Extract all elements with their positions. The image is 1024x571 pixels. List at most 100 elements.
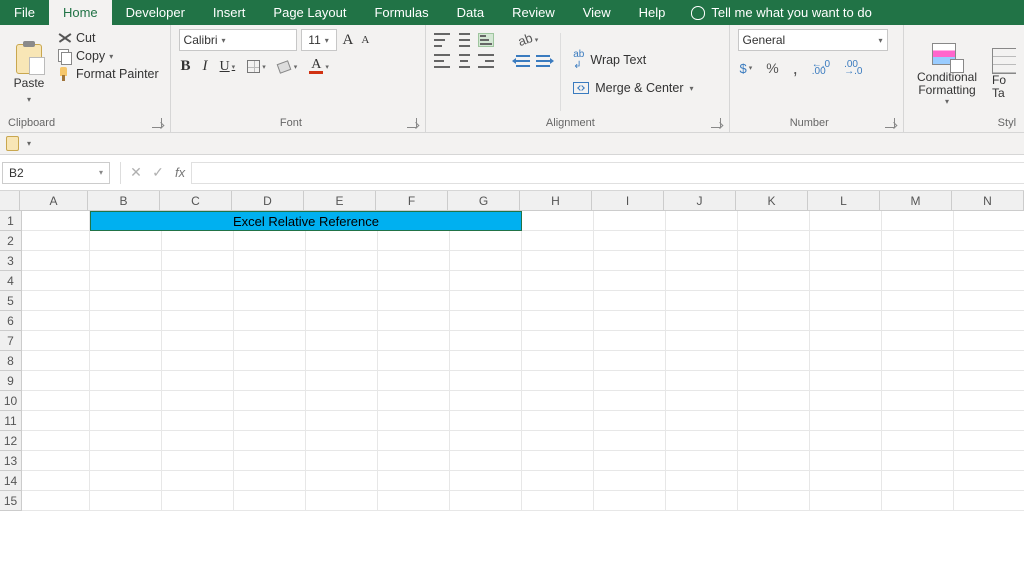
cell[interactable] (594, 331, 666, 351)
cell[interactable] (522, 271, 594, 291)
cell[interactable] (666, 371, 738, 391)
cell[interactable] (594, 211, 666, 231)
cell[interactable] (522, 331, 594, 351)
cell[interactable] (450, 371, 522, 391)
cell[interactable] (378, 231, 450, 251)
cell[interactable] (22, 351, 90, 371)
cell[interactable] (90, 331, 162, 351)
paste-button[interactable]: Paste (8, 29, 50, 115)
cell[interactable] (90, 291, 162, 311)
tab-insert[interactable]: Insert (199, 0, 260, 25)
cell[interactable] (450, 471, 522, 491)
cell[interactable] (162, 411, 234, 431)
cell[interactable] (378, 331, 450, 351)
row-header-10[interactable]: 10 (0, 391, 22, 411)
cell[interactable] (594, 451, 666, 471)
cell[interactable] (522, 211, 594, 231)
align-bottom-button[interactable] (478, 33, 494, 47)
cell[interactable] (882, 391, 954, 411)
conditional-formatting-button[interactable]: Conditional Formatting ▾ (912, 29, 982, 115)
cell[interactable] (234, 431, 306, 451)
column-header-G[interactable]: G (448, 191, 520, 211)
tab-view[interactable]: View (569, 0, 625, 25)
font-name-select[interactable]: Calibri ▾ (179, 29, 297, 51)
formula-input[interactable] (191, 162, 1024, 184)
row-header-7[interactable]: 7 (0, 331, 22, 351)
cell[interactable] (450, 271, 522, 291)
align-middle-button[interactable] (456, 33, 472, 47)
cell[interactable] (666, 311, 738, 331)
cell[interactable] (810, 451, 882, 471)
cell[interactable] (90, 391, 162, 411)
cell[interactable] (738, 451, 810, 471)
cell[interactable] (378, 471, 450, 491)
cell[interactable] (594, 251, 666, 271)
comma-style-button[interactable]: , (791, 62, 800, 74)
column-header-H[interactable]: H (520, 191, 592, 211)
row-header-13[interactable]: 13 (0, 451, 22, 471)
column-header-B[interactable]: B (88, 191, 160, 211)
tab-review[interactable]: Review (498, 0, 569, 25)
cell[interactable] (954, 491, 1024, 511)
select-all-corner[interactable] (0, 191, 20, 211)
cell[interactable] (162, 291, 234, 311)
cell[interactable] (882, 271, 954, 291)
cell[interactable] (954, 311, 1024, 331)
row-header-5[interactable]: 5 (0, 291, 22, 311)
cell[interactable] (22, 291, 90, 311)
align-left-button[interactable] (434, 54, 450, 68)
cell[interactable] (378, 451, 450, 471)
cell[interactable] (306, 491, 378, 511)
row-header-9[interactable]: 9 (0, 371, 22, 391)
cell[interactable] (522, 411, 594, 431)
cell[interactable] (450, 331, 522, 351)
cell[interactable] (22, 391, 90, 411)
cell[interactable] (450, 291, 522, 311)
cell[interactable] (234, 271, 306, 291)
cell[interactable] (90, 371, 162, 391)
cell[interactable] (234, 451, 306, 471)
cell[interactable] (882, 471, 954, 491)
cell[interactable] (234, 311, 306, 331)
cell[interactable] (378, 271, 450, 291)
qat-dropdown-icon[interactable]: ▾ (27, 139, 31, 148)
cell[interactable] (378, 291, 450, 311)
cell[interactable] (162, 271, 234, 291)
cell[interactable] (810, 471, 882, 491)
format-painter-button[interactable]: Format Painter (56, 67, 161, 81)
cell[interactable] (90, 251, 162, 271)
cell[interactable] (378, 431, 450, 451)
cell[interactable] (738, 491, 810, 511)
font-launcher-icon[interactable] (407, 118, 417, 128)
cell[interactable] (234, 331, 306, 351)
cell[interactable] (594, 431, 666, 451)
cell[interactable] (594, 371, 666, 391)
cell[interactable] (810, 411, 882, 431)
cell[interactable] (810, 271, 882, 291)
cell[interactable] (738, 431, 810, 451)
cell[interactable] (162, 371, 234, 391)
cell[interactable] (90, 231, 162, 251)
cell[interactable] (666, 471, 738, 491)
cell[interactable] (90, 471, 162, 491)
merged-title-cell[interactable]: Excel Relative Reference (90, 211, 522, 231)
cell[interactable] (882, 311, 954, 331)
cell[interactable] (306, 371, 378, 391)
cell[interactable] (162, 231, 234, 251)
cell[interactable] (234, 471, 306, 491)
cell[interactable] (522, 291, 594, 311)
cell[interactable] (666, 411, 738, 431)
font-color-button[interactable]: A (307, 58, 331, 75)
cell[interactable] (378, 311, 450, 331)
cell[interactable] (738, 331, 810, 351)
tab-formulas[interactable]: Formulas (360, 0, 442, 25)
cell[interactable] (306, 471, 378, 491)
cell[interactable] (738, 311, 810, 331)
cell[interactable] (666, 291, 738, 311)
cell[interactable] (954, 431, 1024, 451)
cell[interactable] (22, 331, 90, 351)
cell[interactable] (594, 391, 666, 411)
tab-file[interactable]: File (0, 0, 49, 25)
cell[interactable] (882, 351, 954, 371)
tab-help[interactable]: Help (625, 0, 680, 25)
